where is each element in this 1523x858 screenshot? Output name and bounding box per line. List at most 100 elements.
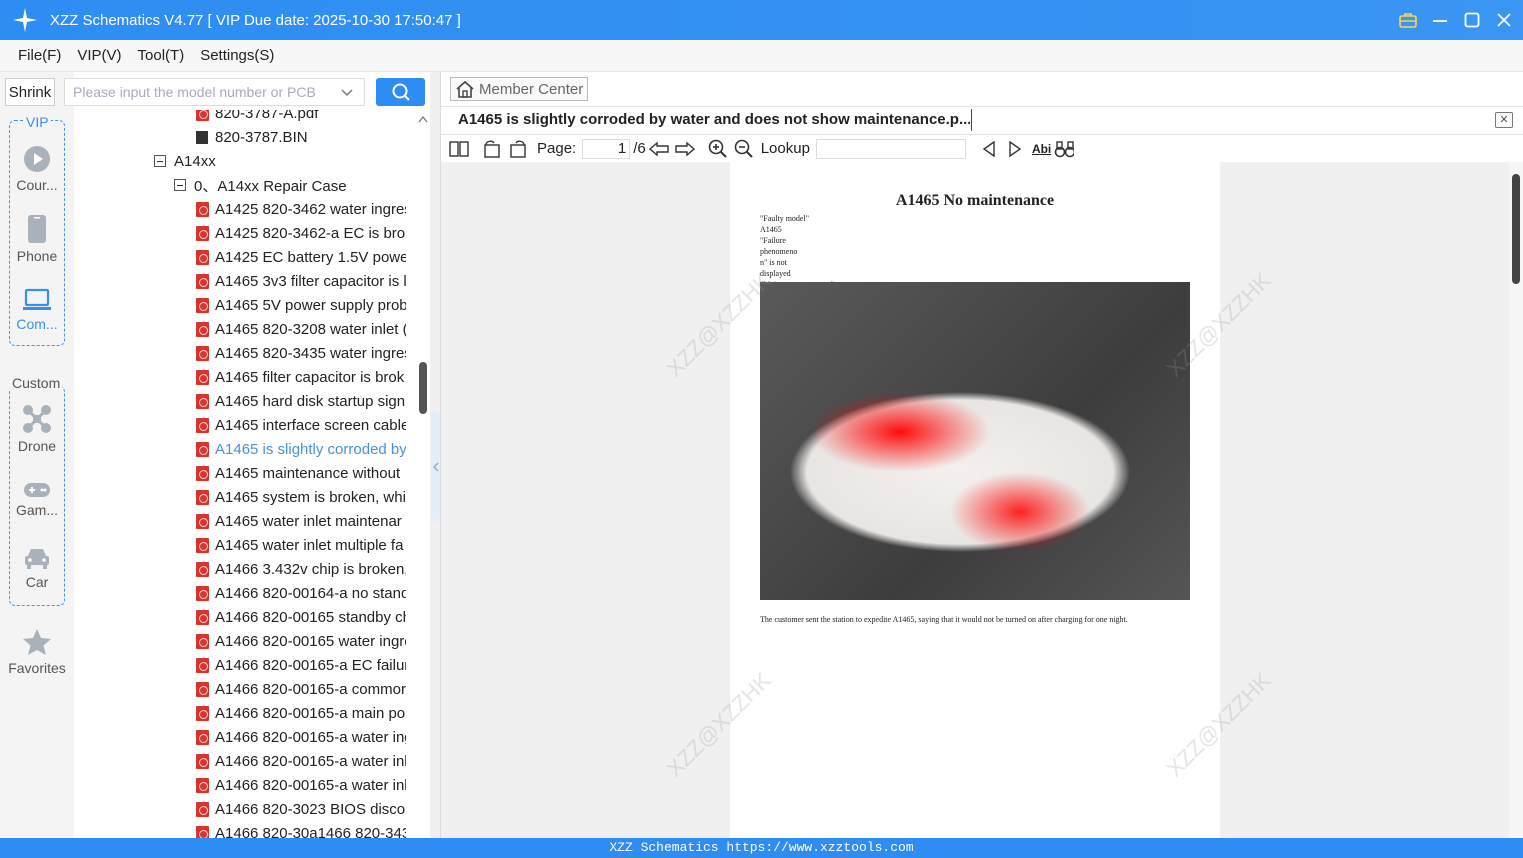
document-tab-title[interactable]: A1465 is slightly corroded by water and … [458,111,970,128]
pdf-file-icon [196,417,209,433]
tree-file-item[interactable]: A1466 3.432v chip is broken, [196,557,406,581]
tree-file-item[interactable]: A1465 820-3208 water inlet ( [196,317,406,341]
shrink-button[interactable]: Shrink [5,78,55,106]
tree-file-item[interactable]: A1466 820-00165 water ingre [196,629,406,653]
tree-folder[interactable]: 0、A14xx Repair Case [174,173,406,197]
viewer-scrollbar[interactable] [1509,162,1523,838]
scroll-up-icon[interactable] [418,115,428,123]
page-label: Page: [537,140,577,157]
tree-file-item[interactable]: A1466 820-00165-a water ing [196,725,406,749]
tree-file-item[interactable]: A1466 820-00165-a water inl [196,749,406,773]
search-button[interactable] [376,78,425,106]
menu-tool[interactable]: Tool(T) [138,47,185,64]
category-game[interactable]: Gam... [0,482,74,518]
category-courses[interactable]: Cour... [0,145,74,193]
vip-group-label: VIP [24,114,51,130]
rotate-left-icon[interactable] [482,139,502,159]
category-computer[interactable]: Com... [0,288,74,332]
vip-bag-icon[interactable] [1399,11,1417,29]
tree-file-item[interactable]: 820-3787-A.pdf [196,110,406,125]
tree-file-item[interactable]: A1425 820-3462 water ingres [196,197,406,221]
page-number-input[interactable]: 1 [582,138,631,159]
category-car[interactable]: Car [0,546,74,590]
pdf-file-icon [196,441,209,457]
menu-bar: File(F) VIP(V) Tool(T) Settings(S) [0,40,1523,72]
collapse-toggle-icon[interactable] [154,155,166,167]
tree-folder[interactable]: A14xx [154,149,406,173]
tree-file-item[interactable]: A1465 water inlet multiple fa [196,533,406,557]
tree-file-item[interactable]: A1465 interface screen cable [196,413,406,437]
tree-scrollbar[interactable] [416,110,430,838]
tree-file-item[interactable]: A1465 maintenance without [196,461,406,485]
pdf-file-icon [196,249,209,265]
menu-settings[interactable]: Settings(S) [200,47,274,64]
tree-file-item[interactable]: A1466 820-3023 BIOS discon [196,797,406,821]
pdf-file-icon [196,561,209,577]
app-logo-icon [13,8,37,32]
status-bar: XZZ Schematics https://www.xzztools.com [0,838,1523,858]
match-case-toggle[interactable]: Abi [1032,142,1051,156]
rotate-right-icon[interactable] [508,139,528,159]
tree-file-item[interactable]: A1465 820-3435 water ingres [196,341,406,365]
category-drone[interactable]: Drone [0,404,74,454]
tree-file-item[interactable]: A1466 820-00165-a main po [196,701,406,725]
bin-file-icon [196,130,208,144]
zoom-in-icon[interactable] [708,139,728,159]
category-phone[interactable]: Phone [0,214,74,264]
binoculars-icon[interactable] [1054,139,1075,159]
pdf-line: n" is not [760,258,787,267]
pdf-file-icon [196,321,209,337]
menu-file[interactable]: File(F) [18,47,61,64]
panel-splitter[interactable] [430,72,441,838]
pdf-line: "Failure [760,236,786,245]
zoom-out-icon[interactable] [734,139,754,159]
close-tab-icon[interactable]: ✕ [1495,112,1513,128]
category-favorites[interactable]: Favorites [0,628,74,676]
tree-file-item[interactable]: A1425 820-3462-a EC is brok [196,221,406,245]
viewer-scroll-thumb[interactable] [1512,174,1520,284]
tree-item-label: A1465 3v3 filter capacitor is l [215,272,406,290]
tree-file-item[interactable]: A1466 820-00165-a water inl [196,773,406,797]
title-bar: XZZ Schematics V4.77 [ VIP Due date: 202… [0,0,1523,40]
tree-file-item[interactable]: A1466 820-00165-a EC failur [196,653,406,677]
find-previous-icon[interactable] [979,139,999,159]
tree-file-item[interactable]: A1466 820-00165-a commor [196,677,406,701]
tree-item-label: A1465 hard disk startup sign [215,392,406,410]
close-button[interactable] [1495,11,1513,29]
tree-file-item[interactable]: A1465 is slightly corroded by [196,437,406,461]
tree-item-label: A1425 EC battery 1.5V power [215,248,406,266]
menu-vip[interactable]: VIP(V) [77,47,121,64]
chevron-down-icon[interactable] [340,86,354,100]
tree-file-item[interactable]: A1466 820-00165 standby ch [196,605,406,629]
chevron-left-icon [432,462,438,472]
gamepad-icon [24,483,50,497]
tree-file-item[interactable]: A1425 EC battery 1.5V power [196,245,406,269]
phone-icon [28,215,46,243]
tree-file-item[interactable]: A1465 filter capacitor is brok [196,365,406,389]
tree-file-item[interactable]: A1465 system is broken, whic [196,485,406,509]
maximize-button[interactable] [1463,11,1481,29]
tree-file-item[interactable]: A1465 hard disk startup sign [196,389,406,413]
tree-file-item[interactable]: A1465 water inlet maintenar [196,509,406,533]
lookup-input[interactable] [815,138,966,159]
member-center-button[interactable]: Member Center [450,77,588,101]
tree-file-item[interactable]: A1465 3v3 filter capacitor is l [196,269,406,293]
previous-page-arrow-icon[interactable] [648,139,669,159]
tree-file-item[interactable]: A1465 5V power supply prob [196,293,406,317]
collapse-panel-handle[interactable] [431,412,440,522]
next-page-arrow-icon[interactable] [675,139,695,159]
minimize-button[interactable] [1431,11,1449,29]
model-search-input[interactable]: Please input the model number or PCB [64,78,365,106]
find-next-icon[interactable] [1005,139,1025,159]
tree-item-label: A1466 820-00165-a water inl [215,752,406,770]
pdf-file-icon [196,225,209,241]
tree-scroll-thumb[interactable] [419,362,427,414]
tree-file-item[interactable]: 820-3787.BIN [196,125,406,149]
pdf-viewer[interactable]: A1465 No maintenance "Faulty model" A146… [441,162,1509,838]
two-page-view-icon[interactable] [449,139,469,159]
tree-file-item[interactable]: A1466 820-00164-a no stand [196,581,406,605]
tree-file-item[interactable]: A1466 820-30a1466 820-343 [196,821,406,838]
tree-item-label: A1466 820-3023 BIOS discon [215,800,406,818]
collapse-toggle-icon[interactable] [174,179,186,191]
category-game-label: Gam... [15,502,58,518]
